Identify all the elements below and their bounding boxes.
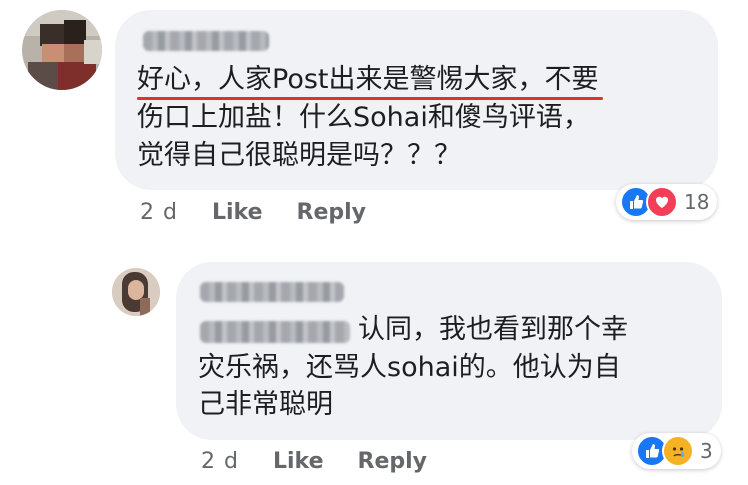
comment-1-like-button[interactable]: Like	[212, 200, 263, 225]
commenter-1-avatar[interactable]	[22, 10, 102, 90]
comment-1-reply-button[interactable]: Reply	[297, 200, 367, 225]
comment-2-actions: 2 d Like Reply	[201, 449, 427, 474]
comment-1-line-3: 觉得自己很聪明是吗？？？	[137, 140, 461, 171]
comment-1-line-1: 好心，人家Post出来是警惕大家，不要	[137, 64, 599, 95]
commenter-2-name-redacted[interactable]	[200, 282, 344, 302]
love-icon	[646, 186, 678, 218]
comment-1-bubble: 好心，人家Post出来是警惕大家，不要 伤口上加盐！什么Sohai和傻鸟评语， …	[115, 10, 718, 190]
comment-2-like-button[interactable]: Like	[273, 449, 324, 474]
sad-icon	[662, 435, 694, 467]
comment-2-reply-button[interactable]: Reply	[358, 449, 428, 474]
commenter-1-name-redacted[interactable]	[143, 31, 269, 51]
comment-1-reactions[interactable]: 18	[616, 184, 718, 220]
commenter-2-avatar[interactable]	[112, 268, 160, 316]
comment-2-reactions[interactable]: 3	[632, 433, 721, 469]
comment-1-reaction-count: 18	[684, 190, 710, 214]
comment-1-timestamp[interactable]: 2 d	[140, 200, 178, 225]
comment-2-line-1: 认同，我也看到那个幸	[358, 314, 628, 345]
mentioned-user-tag-redacted[interactable]	[200, 321, 350, 343]
comment-2-line-3: 己非常聪明	[198, 389, 333, 420]
comment-2-line-2: 灾乐祸，还骂人sohai的。他认为自	[198, 352, 621, 383]
comment-1-line-2: 伤口上加盐！什么Sohai和傻鸟评语，	[137, 102, 590, 133]
comment-1-actions: 2 d Like Reply	[140, 200, 366, 225]
comment-2-timestamp[interactable]: 2 d	[201, 449, 239, 474]
comment-2-bubble: 认同，我也看到那个幸 灾乐祸，还骂人sohai的。他认为自 己非常聪明	[176, 262, 722, 440]
comment-2-reaction-count: 3	[700, 439, 713, 463]
